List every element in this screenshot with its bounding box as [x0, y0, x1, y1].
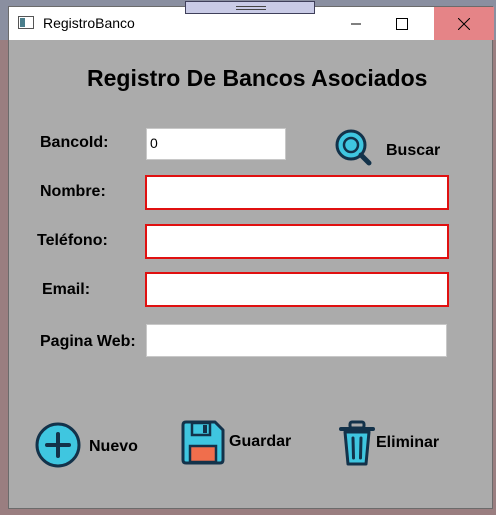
title-bar[interactable]: RegistroBanco — [9, 1, 494, 40]
email-input[interactable] — [145, 272, 449, 307]
minimize-button[interactable] — [333, 7, 379, 40]
new-button-label: Nuevo — [89, 438, 138, 455]
banco-id-input[interactable] — [146, 128, 286, 160]
delete-button[interactable]: Eliminar — [338, 420, 439, 468]
save-button[interactable]: Guardar — [180, 420, 291, 466]
close-icon — [458, 17, 470, 30]
trash-icon — [339, 420, 375, 466]
nombre-input[interactable] — [145, 175, 449, 210]
pagina-web-input[interactable] — [146, 324, 447, 357]
search-button[interactable]: Buscar — [334, 129, 440, 167]
drag-handle[interactable] — [185, 1, 315, 14]
telefono-label: Teléfono: — [37, 232, 108, 249]
banco-id-label: BancoId: — [40, 134, 109, 151]
pagina-web-label: Pagina Web: — [40, 333, 136, 350]
page-title: Registro De Bancos Asociados — [87, 65, 428, 91]
close-button[interactable] — [434, 7, 494, 40]
app-icon — [18, 16, 34, 29]
search-icon — [335, 129, 372, 166]
save-button-label: Guardar — [229, 433, 292, 450]
maximize-icon — [396, 17, 408, 30]
email-label: Email: — [42, 281, 91, 298]
minimize-icon — [351, 23, 361, 24]
floppy-disk-icon — [181, 420, 225, 465]
plus-circle-icon — [35, 422, 81, 468]
maximize-button[interactable] — [379, 7, 425, 40]
nombre-label: Nombre: — [40, 183, 106, 200]
search-button-label: Buscar — [386, 141, 441, 159]
window-title: RegistroBanco — [43, 15, 135, 31]
new-button[interactable]: Nuevo — [34, 421, 138, 469]
app-window: RegistroBanco Registro De Bancos Asociad… — [8, 1, 494, 509]
delete-button-label: Eliminar — [376, 434, 440, 451]
telefono-input[interactable] — [145, 224, 449, 259]
